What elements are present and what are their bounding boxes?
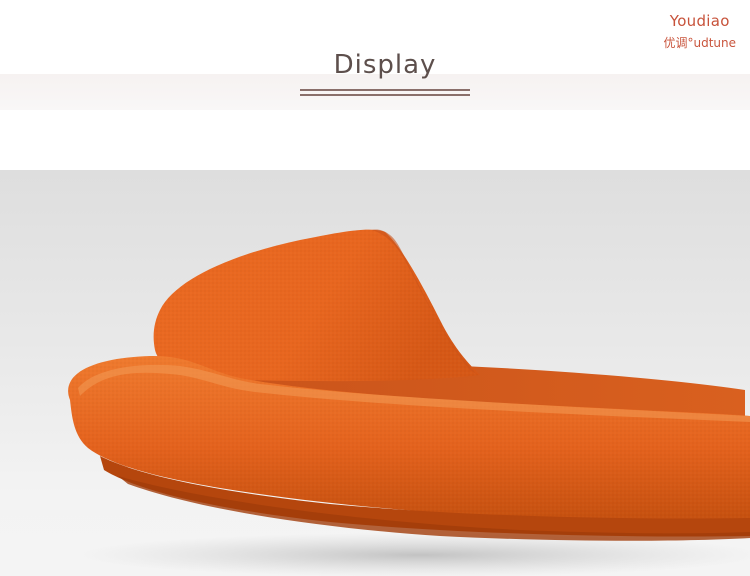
brand-subline: 优调°udtune	[663, 36, 736, 50]
sandal-illustration	[68, 229, 750, 576]
product-photo	[0, 170, 750, 576]
brand-name: Youdiao	[669, 12, 730, 30]
strap-texture	[153, 229, 480, 382]
title-underline-top	[300, 89, 470, 91]
brand-logo: Youdiao 优调°udtune	[663, 12, 736, 51]
title-underline-bottom	[300, 94, 470, 96]
section-title: Display	[333, 50, 437, 80]
product-display-page: Youdiao 优调°udtune Display	[0, 0, 750, 576]
